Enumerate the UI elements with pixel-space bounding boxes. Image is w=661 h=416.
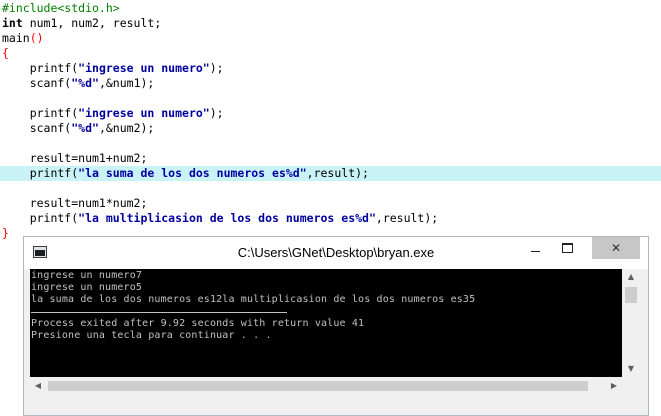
vertical-scroll-thumb[interactable]	[625, 287, 637, 303]
code-line-declaration: int num1, num2, result;	[0, 16, 661, 31]
declaration-text: num1, num2, result;	[22, 16, 162, 30]
horizontal-scrollbar[interactable]: ◀ ▶	[30, 377, 622, 395]
close-icon: ✕	[610, 241, 622, 255]
console-process-exit-line: Process exited after 9.92 seconds with r…	[31, 318, 365, 329]
code-line-sum: result=num1+num2;	[0, 151, 661, 166]
statement-end: ,result);	[375, 211, 439, 225]
sum-statement: result=num1+num2;	[2, 151, 148, 165]
minimize-button[interactable]	[520, 237, 550, 259]
vertical-scrollbar[interactable]: ▲ ▼	[622, 269, 640, 377]
preprocessor-directive: #include<stdio.h>	[2, 1, 120, 15]
console-output-line: la suma de los dos numeros es12la multip…	[31, 294, 476, 305]
statement-end: );	[209, 61, 224, 75]
multiply-statement: result=num1*num2;	[2, 196, 148, 210]
code-line-printf-2: printf("ingrese un numero");	[0, 106, 661, 121]
code-line-printf-1: printf("ingrese un numero");	[0, 61, 661, 76]
console-window[interactable]: C:\Users\GNet\Desktop\bryan.exe ✕ ingres…	[23, 236, 649, 416]
main-function-name: main	[2, 31, 30, 45]
statement-end: );	[209, 106, 224, 120]
string-literal: "la multiplicasion de los dos numeros es…	[78, 211, 376, 225]
scroll-left-arrow-icon[interactable]: ◀	[30, 377, 46, 395]
statement-end: ,&num2);	[98, 121, 155, 135]
maximize-icon	[561, 243, 573, 253]
minimize-icon	[530, 250, 540, 252]
scanf-call: scanf(	[2, 121, 72, 135]
code-line-open-brace: {	[0, 46, 661, 61]
console-output-line: ingrese un numero5	[31, 282, 143, 293]
code-line-include: #include<stdio.h>	[0, 1, 661, 16]
console-prompt-line: Presione una tecla para continuar . . .	[31, 330, 272, 341]
scroll-down-arrow-icon[interactable]: ▼	[622, 361, 640, 377]
scroll-right-arrow-icon[interactable]: ▶	[606, 377, 622, 395]
string-literal: "ingrese un numero"	[78, 106, 210, 120]
statement-end: ,&num1);	[98, 76, 155, 90]
printf-call: printf(	[2, 166, 79, 180]
maximize-button[interactable]	[552, 237, 582, 259]
code-line-main: main()	[0, 31, 661, 46]
string-literal: "la suma de los dos numeros es%d"	[78, 166, 307, 180]
close-brace: }	[2, 226, 9, 240]
console-output-line: ingrese un numero7	[31, 270, 143, 281]
format-literal: "%d"	[71, 76, 99, 90]
code-line-printf-3-highlighted: printf("la suma de los dos numeros es%d"…	[0, 166, 661, 181]
close-button[interactable]: ✕	[592, 237, 640, 259]
code-line-printf-4: printf("la multiplicasion de los dos num…	[0, 211, 661, 226]
open-brace: {	[2, 46, 9, 60]
printf-call: printf(	[2, 106, 79, 120]
statement-end: ,result);	[306, 166, 369, 180]
scroll-up-arrow-icon[interactable]: ▲	[622, 269, 640, 285]
console-separator	[31, 312, 287, 313]
console-titlebar[interactable]: C:\Users\GNet\Desktop\bryan.exe ✕	[24, 237, 648, 269]
printf-call: printf(	[2, 61, 79, 75]
keyword-int: int	[2, 16, 23, 30]
scanf-call: scanf(	[2, 76, 72, 90]
printf-call: printf(	[2, 211, 79, 225]
horizontal-scroll-thumb[interactable]	[48, 381, 588, 391]
code-line-scanf-1: scanf("%d",&num1);	[0, 76, 661, 91]
main-parens: ()	[29, 31, 44, 45]
code-line-scanf-2: scanf("%d",&num2);	[0, 121, 661, 136]
code-line-multiply: result=num1*num2;	[0, 196, 661, 211]
string-literal: "ingrese un numero"	[78, 61, 210, 75]
console-output-area[interactable]: ingrese un numero7 ingrese un numero5 la…	[30, 269, 622, 377]
format-literal: "%d"	[71, 121, 99, 135]
